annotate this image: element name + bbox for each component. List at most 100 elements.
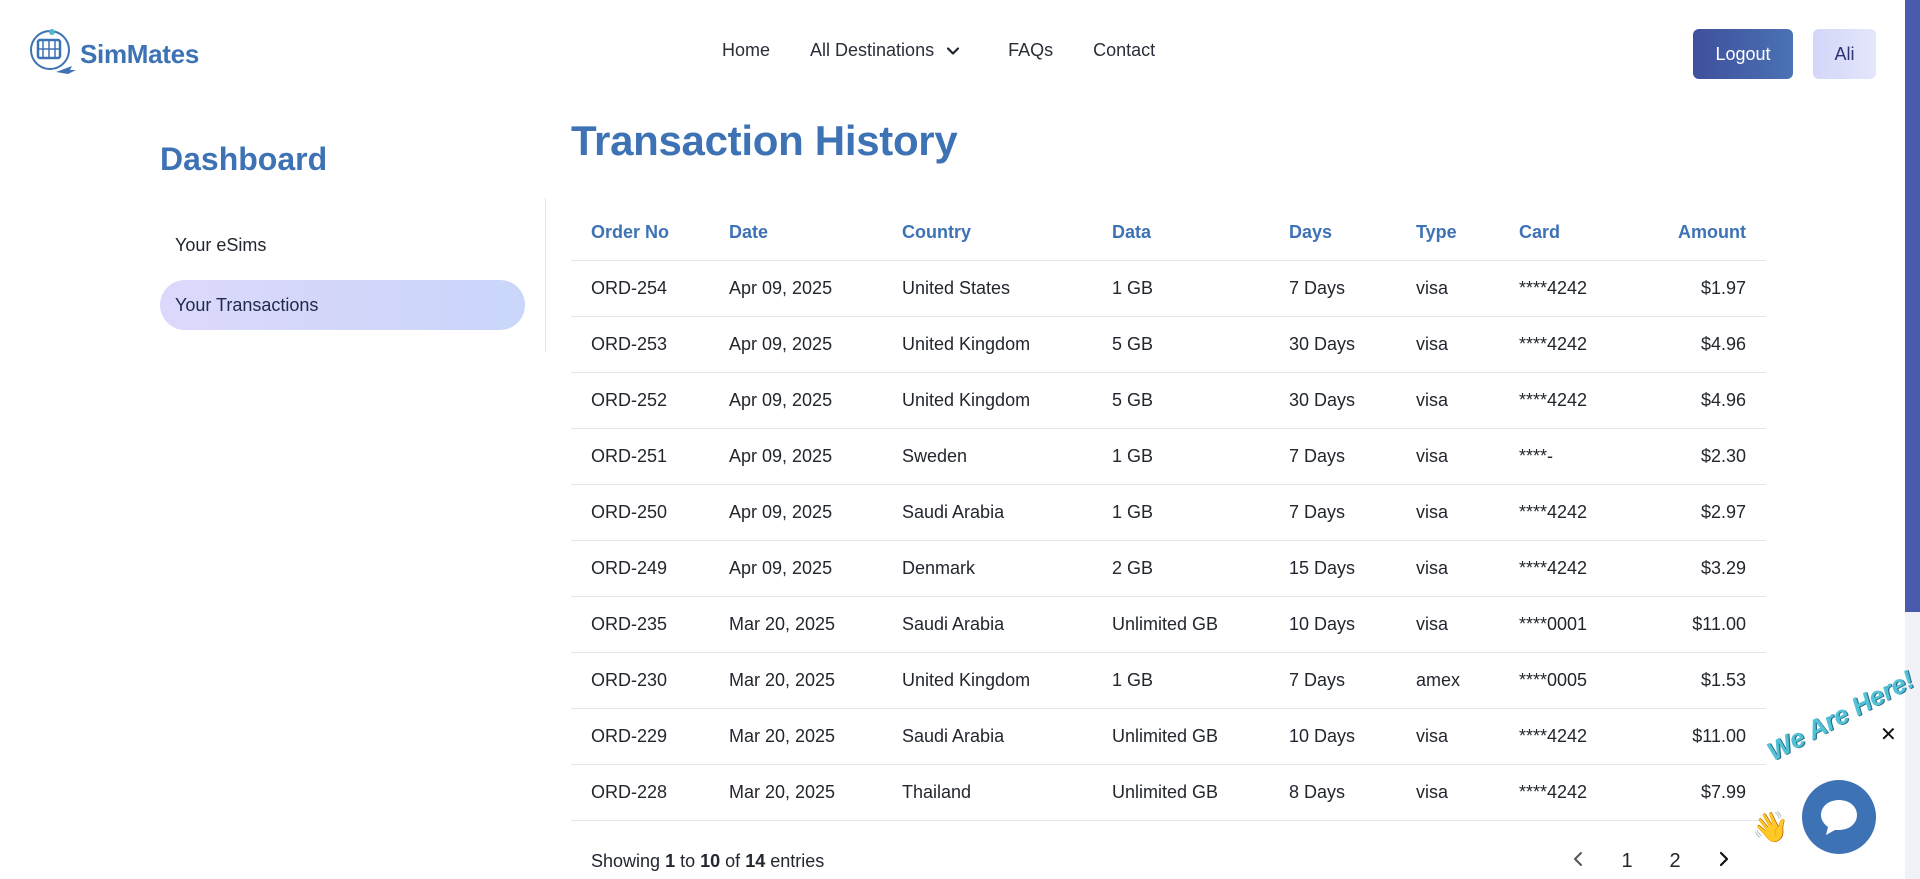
cell-amount: $4.96 bbox=[1700, 390, 1746, 410]
cell-order-no: ORD-250 bbox=[591, 502, 668, 522]
cell-days: 10 Days bbox=[1289, 614, 1356, 634]
cell-data-amount: Unlimited GB bbox=[1112, 726, 1219, 746]
cell-date: Mar 20, 2025 bbox=[729, 782, 836, 802]
logo-icon bbox=[30, 29, 76, 74]
page-button-2[interactable]: 2 bbox=[1651, 850, 1699, 873]
nav-faqs[interactable]: FAQs bbox=[1008, 40, 1053, 61]
cell-amount: $7.99 bbox=[1700, 782, 1746, 802]
entries-to: 10 bbox=[700, 851, 721, 871]
column-header: Days bbox=[1289, 222, 1333, 242]
cell-days: 7 Days bbox=[1289, 278, 1346, 298]
sidebar-divider bbox=[545, 198, 546, 352]
entries-showing: Showing bbox=[591, 851, 661, 871]
next-page-button[interactable] bbox=[1699, 850, 1747, 873]
chat-launcher-button[interactable] bbox=[1802, 780, 1876, 854]
cell-amount: $2.30 bbox=[1700, 446, 1746, 466]
nav-contact[interactable]: Contact bbox=[1093, 40, 1155, 61]
column-header: Amount bbox=[1678, 222, 1746, 242]
column-header: Date bbox=[729, 222, 769, 242]
cell-date: Apr 09, 2025 bbox=[729, 502, 833, 522]
cell-country: United States bbox=[902, 278, 1011, 298]
table-row: ORD-230 Mar 20, 2025 United Kingdom 1 GB 7 D… bbox=[571, 653, 1766, 709]
header: SimMates Home All Destinations FAQs Cont… bbox=[0, 0, 1905, 105]
logo[interactable]: SimMates bbox=[26, 24, 199, 84]
cell-card-number: ****0001 bbox=[1519, 614, 1588, 634]
cell-card-type: visa bbox=[1416, 726, 1449, 746]
chevron-right-icon bbox=[1719, 851, 1729, 867]
cell-amount: $1.53 bbox=[1700, 670, 1746, 690]
cell-card-number: ****0005 bbox=[1519, 670, 1588, 690]
page-title: Transaction History bbox=[571, 117, 958, 164]
cell-date: Apr 09, 2025 bbox=[729, 278, 833, 298]
cell-card-type: visa bbox=[1416, 390, 1449, 410]
table-row: ORD-250 Apr 09, 2025 Saudi Arabia 1 GB 7 Day… bbox=[571, 485, 1766, 541]
column-header: Order No bbox=[591, 222, 670, 242]
cell-amount: $1.97 bbox=[1700, 278, 1746, 298]
cell-order-no: ORD-249 bbox=[591, 558, 668, 578]
cell-days: 7 Days bbox=[1289, 446, 1346, 466]
table-header: Order No Date Country Data Days Type Car… bbox=[571, 205, 1766, 261]
nav-all-destinations[interactable]: All Destinations bbox=[810, 40, 960, 61]
entries-to-word: to bbox=[680, 851, 696, 871]
cell-date: Apr 09, 2025 bbox=[729, 334, 833, 354]
chevron-down-icon bbox=[946, 46, 960, 55]
close-icon[interactable]: ✕ bbox=[1880, 722, 1897, 747]
cell-country: Denmark bbox=[902, 558, 976, 578]
cell-card-type: visa bbox=[1416, 278, 1449, 298]
scrollbar-thumb[interactable] bbox=[1905, 0, 1920, 612]
cell-data-amount: Unlimited GB bbox=[1112, 782, 1219, 802]
page-button-1[interactable]: 1 bbox=[1603, 850, 1651, 873]
cell-days: 8 Days bbox=[1289, 782, 1346, 802]
cell-days: 7 Days bbox=[1289, 502, 1346, 522]
cell-data-amount: Unlimited GB bbox=[1112, 614, 1219, 634]
sidebar-item-esims[interactable]: Your eSims bbox=[160, 220, 525, 270]
cell-data-amount: 1 GB bbox=[1112, 278, 1154, 298]
column-header: Type bbox=[1416, 222, 1457, 242]
cell-card-type: visa bbox=[1416, 446, 1449, 466]
cell-days: 30 Days bbox=[1289, 390, 1356, 410]
cell-date: Apr 09, 2025 bbox=[729, 390, 833, 410]
cell-card-type: visa bbox=[1416, 334, 1449, 354]
cell-date: Mar 20, 2025 bbox=[729, 670, 836, 690]
cell-order-no: ORD-228 bbox=[591, 782, 668, 802]
logout-button[interactable]: Logout bbox=[1693, 29, 1793, 79]
cell-days: 30 Days bbox=[1289, 334, 1356, 354]
cell-data-amount: 1 GB bbox=[1112, 502, 1154, 522]
cell-order-no: ORD-229 bbox=[591, 726, 668, 746]
sidebar-title: Dashboard bbox=[160, 141, 328, 177]
cell-card-type: visa bbox=[1416, 558, 1449, 578]
cell-card-type: visa bbox=[1416, 614, 1449, 634]
table-body: ORD-254 Apr 09, 2025 United States 1 GB 7 Da… bbox=[571, 261, 1766, 821]
cell-amount: $4.96 bbox=[1700, 334, 1746, 354]
sidebar-item-transactions[interactable]: Your Transactions bbox=[160, 280, 525, 330]
cell-date: Apr 09, 2025 bbox=[729, 446, 833, 466]
cell-date: Mar 20, 2025 bbox=[729, 614, 836, 634]
table-row: ORD-252 Apr 09, 2025 United Kingdom 5 GB 30 … bbox=[571, 373, 1766, 429]
cell-amount: $3.29 bbox=[1700, 558, 1746, 578]
cell-country: United Kingdom bbox=[902, 670, 1031, 690]
main-nav: Home All Destinations FAQs Contact bbox=[722, 40, 1155, 61]
cell-card-number: ****4242 bbox=[1519, 558, 1588, 578]
transaction-table: Order No Date Country Data Days Type Car… bbox=[571, 205, 1766, 821]
entries-from: 1 bbox=[665, 851, 676, 871]
entries-word: entries bbox=[770, 851, 825, 871]
cell-country: United Kingdom bbox=[902, 390, 1031, 410]
cell-card-number: ****- bbox=[1519, 446, 1554, 466]
cell-order-no: ORD-252 bbox=[591, 390, 668, 410]
cell-country: Saudi Arabia bbox=[902, 614, 1005, 634]
cell-country: Thailand bbox=[902, 782, 972, 802]
user-menu-button[interactable]: Ali bbox=[1813, 29, 1876, 79]
cell-country: United Kingdom bbox=[902, 334, 1031, 354]
cell-order-no: ORD-251 bbox=[591, 446, 668, 466]
nav-home[interactable]: Home bbox=[722, 40, 770, 61]
brand-name: SimMates bbox=[80, 38, 199, 69]
table-row: ORD-254 Apr 09, 2025 United States 1 GB 7 Da… bbox=[571, 261, 1766, 317]
cell-card-number: ****4242 bbox=[1519, 502, 1588, 522]
cell-days: 10 Days bbox=[1289, 726, 1356, 746]
table-row: ORD-228 Mar 20, 2025 Thailand Unlimited GB 8… bbox=[571, 765, 1766, 821]
table-row: ORD-251 Apr 09, 2025 Sweden 1 GB 7 Days visa *… bbox=[571, 429, 1766, 485]
cell-card-type: visa bbox=[1416, 502, 1449, 522]
cell-card-type: amex bbox=[1416, 670, 1461, 690]
cell-card-number: ****4242 bbox=[1519, 390, 1588, 410]
prev-page-button[interactable] bbox=[1555, 850, 1603, 873]
